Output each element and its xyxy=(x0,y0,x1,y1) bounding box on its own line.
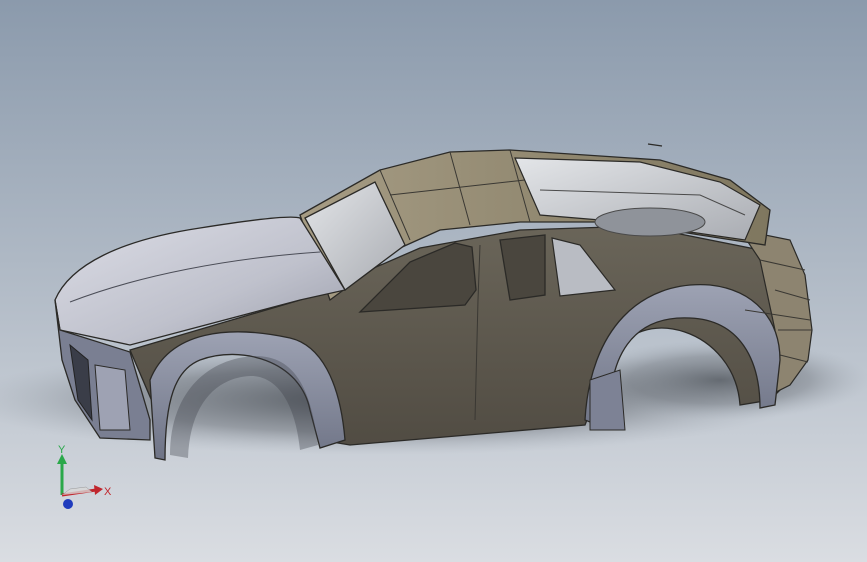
graphics-viewport[interactable]: Y X xyxy=(0,0,867,562)
reference-triad: Y X xyxy=(48,440,118,515)
y-axis-label: Y xyxy=(58,444,66,456)
x-axis-arrow xyxy=(94,485,103,495)
rear-fender-skirt xyxy=(589,369,626,431)
z-axis-marker xyxy=(63,499,73,509)
car-body-model[interactable] xyxy=(0,0,867,562)
interior-frame xyxy=(594,207,706,237)
front-bumper-panel xyxy=(94,364,131,431)
x-axis-label: X xyxy=(104,486,112,498)
